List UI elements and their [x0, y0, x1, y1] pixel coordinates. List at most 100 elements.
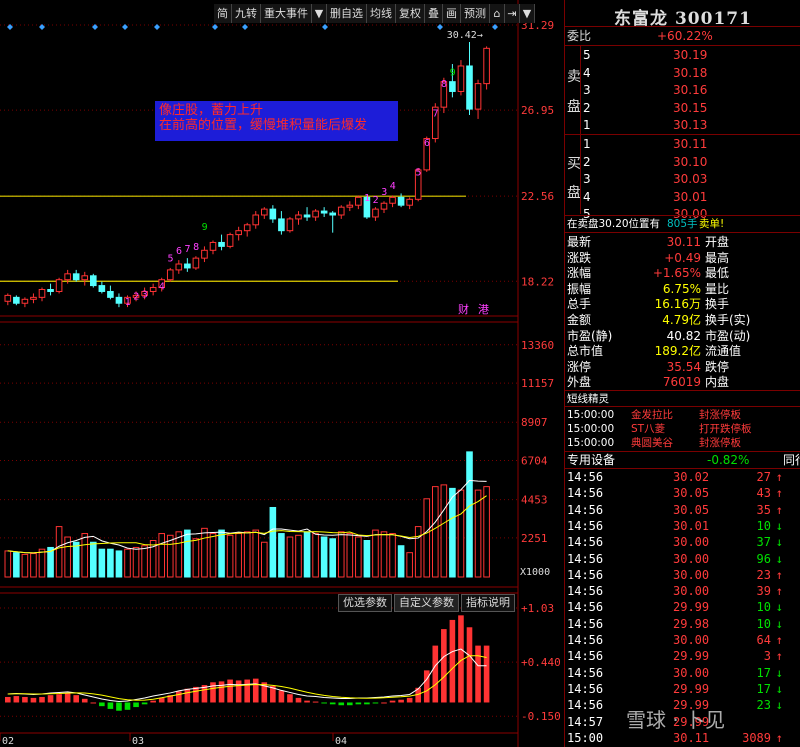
- candle-body: [286, 218, 294, 232]
- finance-tag-label: 港: [478, 303, 489, 316]
- macd-bar: [441, 629, 447, 703]
- volume-bar: [483, 486, 490, 578]
- macd-bar: [107, 702, 114, 709]
- arrow-down-icon: ↓: [775, 665, 783, 680]
- volume-bar: [320, 536, 328, 578]
- toolbar-item[interactable]: 删自选: [327, 4, 367, 23]
- quote-label: 外盘: [567, 375, 592, 390]
- volume-bar: [98, 548, 106, 578]
- buy-level-row: 3 30.03: [565, 171, 800, 187]
- short-line-row: 15:00:00 ST八菱 打开跌停板: [565, 422, 800, 436]
- dropdown-arrow-icon[interactable]: ▼: [312, 4, 327, 23]
- volume-bar: [449, 487, 456, 578]
- macd-bar: [432, 645, 439, 703]
- alert-tag: 卖单!: [699, 218, 725, 230]
- arrow-down-icon: ↓: [775, 681, 783, 696]
- tick-qty: 23: [756, 698, 771, 713]
- quote-label: 量比: [705, 281, 730, 296]
- toolbar-item[interactable]: 预测: [461, 4, 490, 23]
- candle-body: [449, 81, 456, 92]
- quote-value: +0.49: [664, 250, 701, 265]
- tick-price: 30.00: [673, 665, 710, 680]
- td-count-label: 5: [415, 167, 421, 178]
- volume-bar: [337, 531, 345, 578]
- toolbar-item[interactable]: 九转: [232, 4, 261, 23]
- order-price: 30.01: [673, 189, 708, 204]
- tick-time: 14:56: [567, 584, 604, 599]
- volume-axis-label: 11157: [521, 377, 554, 390]
- toolbar-item[interactable]: 简: [214, 4, 232, 23]
- macd-bar: [295, 697, 302, 703]
- preferred-params-button[interactable]: 优选参数: [338, 594, 392, 612]
- macd-bar: [252, 678, 259, 703]
- tick-price: 29.98: [673, 616, 710, 631]
- volume-bar: [235, 533, 242, 578]
- candle-body: [175, 263, 183, 271]
- quote-label: 涨跌: [567, 250, 592, 265]
- tick-time: 14:56: [567, 649, 604, 664]
- price-axis-label: 18.22: [521, 275, 554, 288]
- toolbar-item[interactable]: 均线: [367, 4, 396, 23]
- tick-qty: 96: [756, 551, 771, 566]
- tick-qty: 23: [756, 567, 771, 582]
- tick-price: 30.00: [673, 535, 710, 550]
- quote-row: 最新 30.11 开盘: [565, 234, 800, 250]
- divider: [565, 390, 800, 391]
- candle-body: [226, 234, 234, 247]
- toolbar-item[interactable]: 复权: [396, 4, 425, 23]
- quote-label: 最高: [705, 250, 730, 265]
- arrow-down-icon: ↓: [775, 535, 783, 550]
- date-label: 02: [2, 736, 14, 747]
- candle-body: [337, 206, 345, 216]
- candle-body: [261, 208, 268, 216]
- order-price: 30.18: [673, 65, 708, 80]
- td-count-label: 4: [390, 181, 396, 192]
- indicator-help-button[interactable]: 指标说明: [461, 594, 515, 612]
- macd-bar: [389, 700, 396, 703]
- macd-bar: [81, 698, 88, 703]
- toolbar-item[interactable]: 叠: [425, 4, 443, 23]
- quote-row: 涨停 35.54 跌停: [565, 359, 800, 375]
- volume-bar: [329, 538, 336, 578]
- candle-body: [21, 298, 29, 304]
- custom-params-button[interactable]: 自定义参数: [394, 594, 459, 612]
- short-line-title: 短线精灵: [567, 393, 609, 405]
- menu-arrow-icon[interactable]: ▼: [520, 4, 535, 23]
- macd-bar: [278, 690, 285, 703]
- macd-bar: [218, 681, 225, 703]
- lock-icon[interactable]: ⌂: [490, 4, 505, 23]
- toolbar-item[interactable]: 画: [443, 4, 461, 23]
- tick-qty: 64: [756, 633, 771, 647]
- alert-qty: 805手: [667, 218, 698, 230]
- order-level: 3: [583, 83, 591, 97]
- tick-row: 14:56 30.00 64 ↑: [565, 632, 800, 648]
- volume-bar: [107, 548, 114, 578]
- tick-time: 14:56: [567, 535, 604, 550]
- volume-bar: [372, 529, 379, 578]
- tick-qty: 17: [756, 665, 771, 680]
- volume-bar: [363, 540, 371, 578]
- td-count-label: 1: [125, 297, 131, 308]
- big-order-alert: 在卖盘30.20位置有 805手 卖单!: [565, 217, 800, 231]
- candle-body: [295, 214, 302, 220]
- pin-icon[interactable]: ⇥: [505, 4, 520, 23]
- macd-bar: [176, 691, 182, 703]
- volume-bar: [81, 533, 89, 578]
- order-level: 3: [583, 172, 591, 186]
- divider: [565, 26, 800, 27]
- macd-bar: [5, 696, 11, 703]
- arrow-up-icon: ↑: [775, 486, 783, 501]
- toolbar-item[interactable]: 重大事件: [261, 4, 312, 23]
- tick-qty: 3089: [742, 730, 771, 745]
- order-price: 30.15: [673, 100, 708, 115]
- tick-row: 14:56 30.00 23 ↑: [565, 567, 800, 583]
- candle-body: [397, 196, 405, 206]
- candle-body: [98, 285, 106, 292]
- volume-bar: [38, 548, 46, 578]
- tick-row: 14:56 30.00 39 ↑: [565, 583, 800, 599]
- quote-value: 35.54: [666, 359, 701, 374]
- quote-label: 涨停: [567, 359, 592, 374]
- tick-time: 14:56: [567, 698, 604, 713]
- candle-body: [355, 196, 362, 206]
- volume-bar: [158, 533, 165, 578]
